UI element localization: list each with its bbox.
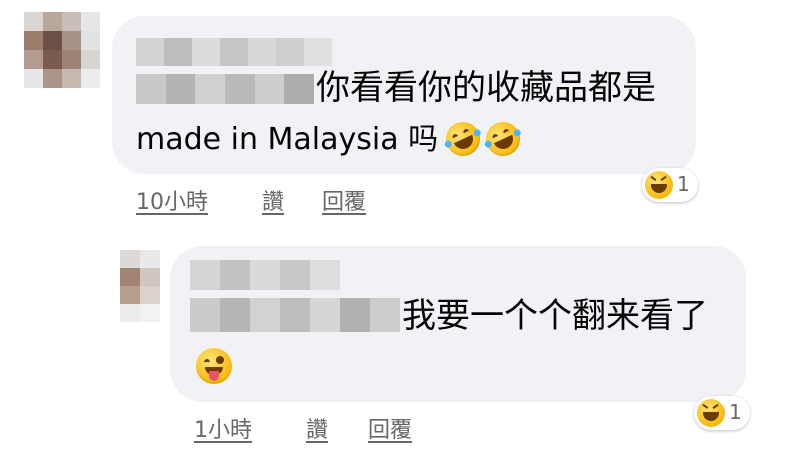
redacted-mention[interactable] <box>136 74 315 104</box>
laughing-face-icon <box>697 399 725 427</box>
timestamp-link[interactable]: 1小時 <box>194 412 252 444</box>
rolling-on-floor-laughing-icon <box>440 116 486 162</box>
comment-actions: 10小時 讚 回覆 <box>136 184 436 215</box>
timestamp-link[interactable]: 10小時 <box>136 184 208 216</box>
comment-text-line-1: 你看看你的收藏品都是 <box>316 68 656 108</box>
avatar[interactable] <box>120 250 160 322</box>
reaction-badge[interactable]: 1 <box>694 396 750 430</box>
avatar[interactable] <box>24 12 100 88</box>
laughing-face-icon <box>645 171 673 199</box>
winking-face-with-tongue-icon <box>196 348 232 384</box>
reply-button[interactable]: 回覆 <box>322 184 366 216</box>
like-button[interactable]: 讚 <box>306 412 328 444</box>
redacted-username[interactable] <box>190 260 340 290</box>
reaction-count: 1 <box>729 400 742 424</box>
reply-bubble: 我要一个个翻来看了 <box>170 246 746 402</box>
redacted-mention[interactable] <box>190 298 400 332</box>
reply-actions: 1小時 讚 回覆 <box>194 412 494 443</box>
comment-bubble: 你看看你的收藏品都是 made in Malaysia 吗 <box>112 16 696 174</box>
redacted-username[interactable] <box>136 38 332 66</box>
reply-button[interactable]: 回覆 <box>368 412 412 444</box>
reaction-badge[interactable]: 1 <box>642 168 698 202</box>
like-button[interactable]: 讚 <box>262 184 284 216</box>
reaction-count: 1 <box>677 172 690 196</box>
rolling-on-floor-laughing-icon <box>480 116 526 162</box>
comment-text-line-2: made in Malaysia 吗 <box>136 122 439 157</box>
reply-text: 我要一个个翻来看了 <box>402 296 708 336</box>
